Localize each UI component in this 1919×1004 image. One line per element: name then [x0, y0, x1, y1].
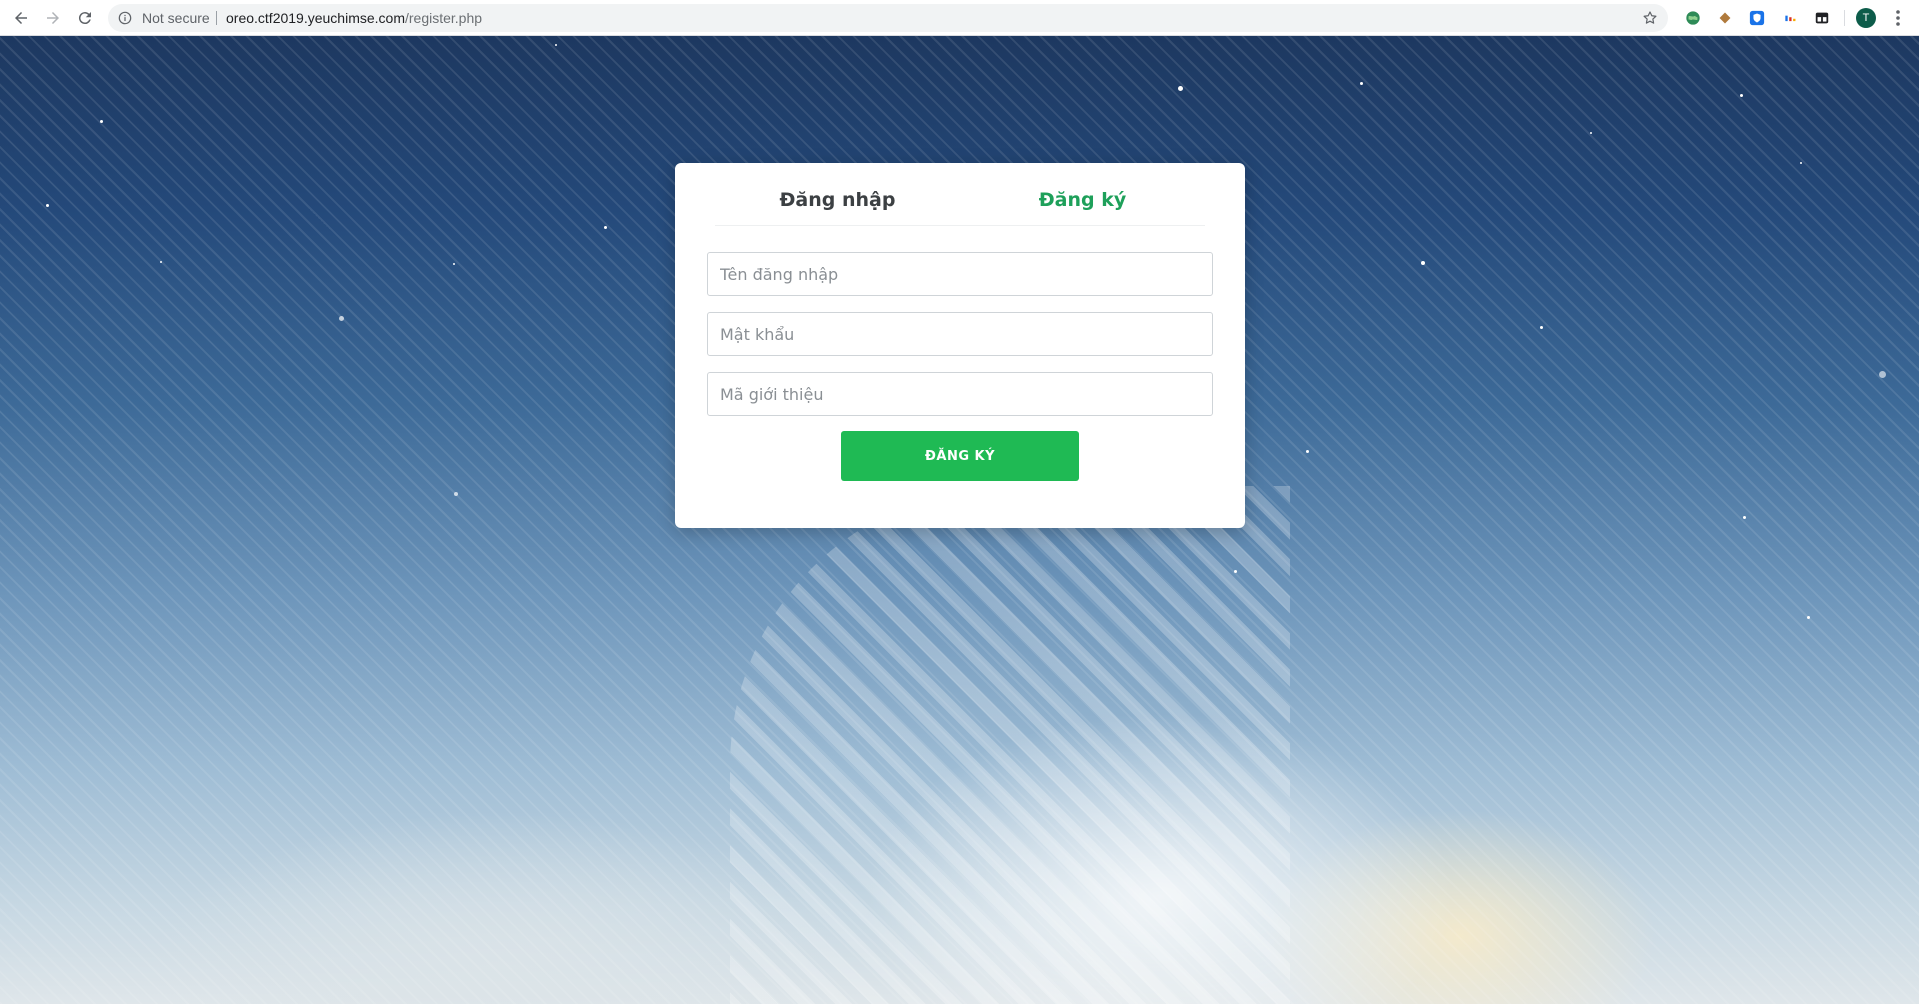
star [1178, 86, 1183, 91]
star [1740, 94, 1743, 97]
star [1743, 516, 1746, 519]
address-bar[interactable]: Not secure oreo.ctf2019.yeuchimse.com/re… [108, 4, 1668, 32]
star [453, 263, 455, 265]
tab-register[interactable]: Đăng ký [960, 189, 1205, 211]
register-button[interactable]: ĐĂNG KÝ [841, 431, 1079, 481]
url-host: oreo.ctf2019.yeuchimse.com [226, 10, 405, 26]
browser-toolbar: Not secure oreo.ctf2019.yeuchimse.com/re… [0, 0, 1919, 36]
register-card: Đăng nhập Đăng ký ĐĂNG KÝ [675, 163, 1245, 528]
star [1590, 132, 1592, 134]
url-path: /register.php [404, 10, 483, 26]
star [454, 492, 458, 496]
referral-code-input[interactable] [707, 372, 1213, 416]
star [1879, 371, 1886, 378]
back-arrow-icon[interactable] [9, 6, 33, 30]
security-label[interactable]: Not secure [142, 4, 210, 32]
username-input[interactable] [707, 252, 1213, 296]
bold-stripes-arc [730, 486, 1290, 1004]
omnibox-separator [216, 11, 217, 25]
star [1234, 570, 1237, 573]
star [1807, 616, 1810, 619]
star [604, 226, 607, 229]
star [46, 204, 49, 207]
star [1540, 326, 1543, 329]
star [1800, 162, 1802, 164]
toolbar-divider [1844, 10, 1845, 26]
extension-globe-icon[interactable] [1684, 9, 1702, 27]
reload-icon[interactable] [73, 6, 97, 30]
extension-tab-icon[interactable] [1813, 9, 1831, 27]
extension-dots-icon[interactable] [1781, 9, 1799, 27]
star [339, 316, 344, 321]
menu-dots-icon[interactable] [1890, 8, 1906, 28]
page-background: Đăng nhập Đăng ký ĐĂNG KÝ [0, 36, 1919, 1004]
forward-arrow-icon[interactable] [41, 6, 65, 30]
url-text[interactable]: oreo.ctf2019.yeuchimse.com/register.php [226, 4, 482, 32]
info-icon[interactable] [118, 11, 132, 25]
password-input[interactable] [707, 312, 1213, 356]
auth-tabs: Đăng nhập Đăng ký [715, 163, 1205, 226]
star [160, 261, 162, 263]
star [100, 120, 103, 123]
tab-login[interactable]: Đăng nhập [715, 189, 960, 211]
star [555, 44, 557, 46]
extension-cookie-icon[interactable] [1716, 9, 1734, 27]
star [1360, 82, 1363, 85]
extension-shield-icon[interactable] [1748, 9, 1766, 27]
bookmark-star-icon[interactable] [1642, 10, 1658, 26]
star [1306, 450, 1309, 453]
star [1421, 261, 1425, 265]
profile-avatar[interactable]: T [1856, 8, 1876, 28]
